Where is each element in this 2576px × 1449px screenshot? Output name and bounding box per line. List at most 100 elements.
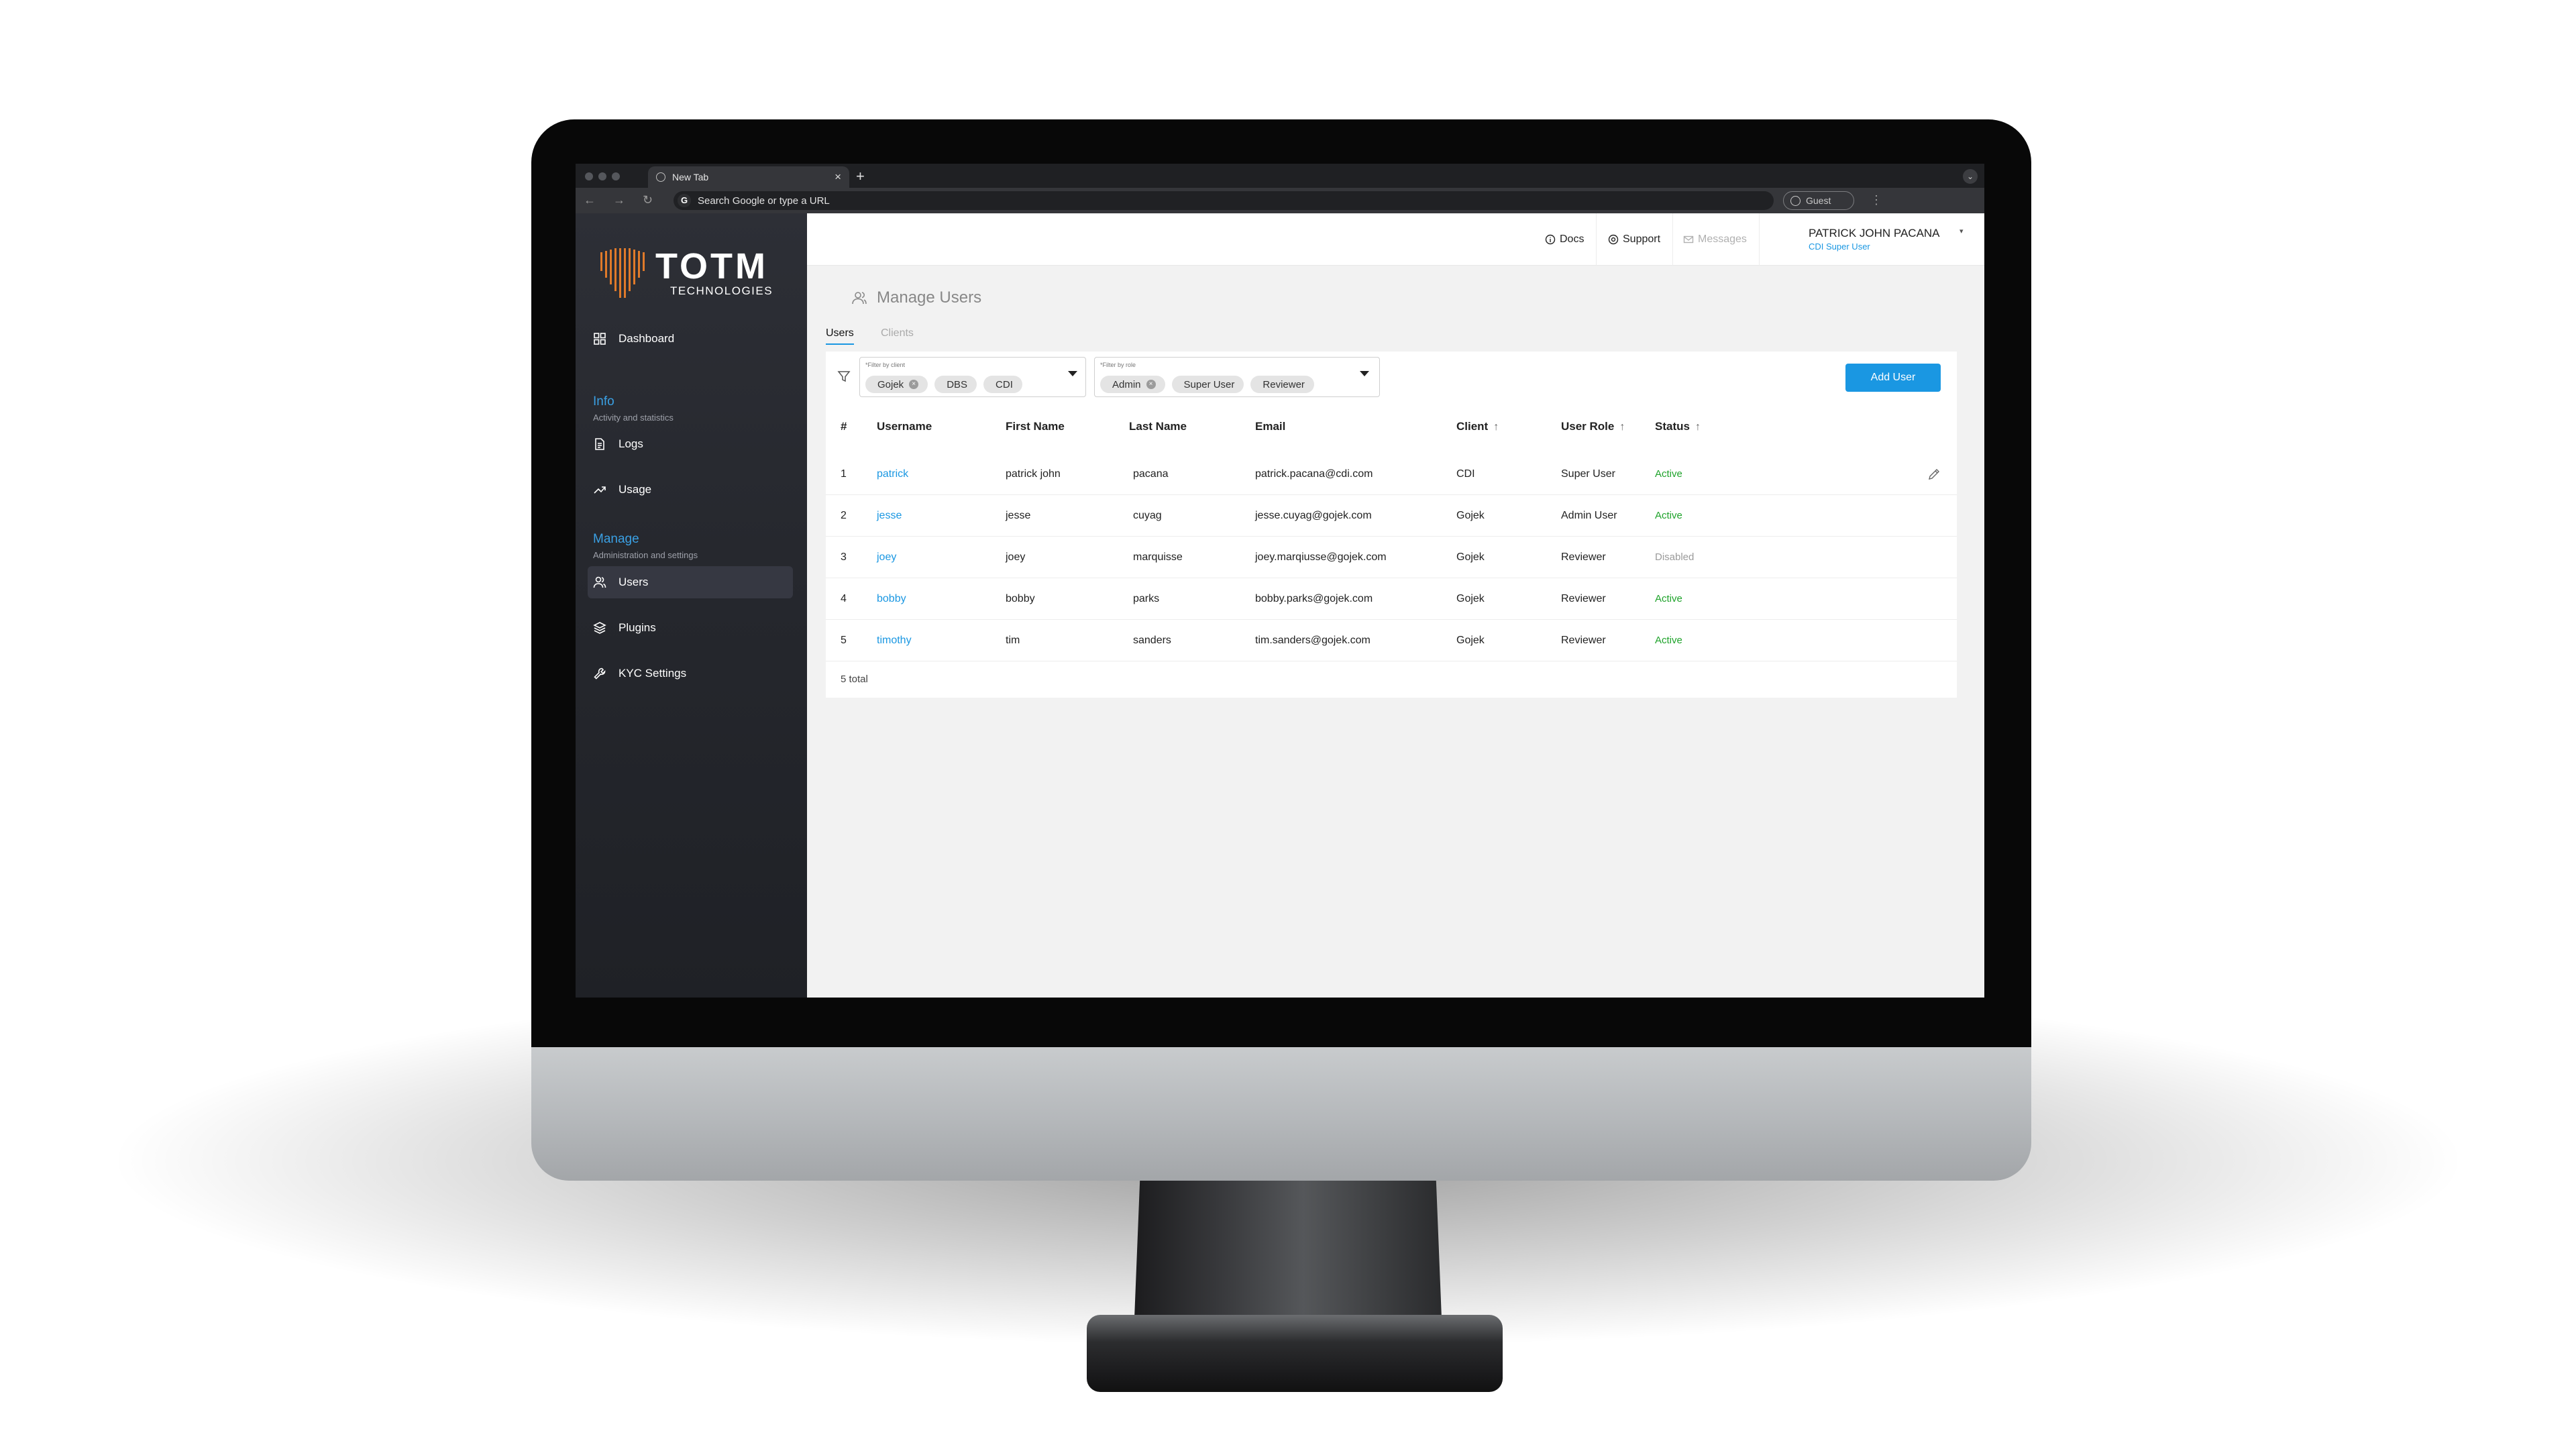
chip-remove-icon[interactable]: × <box>909 380 919 389</box>
page-title-text: Manage Users <box>877 288 982 307</box>
column-header-number: # <box>841 420 847 433</box>
cell-username-link[interactable]: timothy <box>877 635 912 647</box>
chevron-down-icon[interactable] <box>1068 371 1077 376</box>
column-header-user-role[interactable]: User Role ↑ <box>1561 420 1625 433</box>
sidebar-item-kyc-settings[interactable]: KYC Settings <box>588 657 793 690</box>
sidebar-item-usage[interactable]: Usage <box>588 474 793 506</box>
role-chip-super-user[interactable]: Super User <box>1171 376 1244 393</box>
cell-username-link[interactable]: jesse <box>877 510 902 522</box>
chip-remove-icon[interactable]: × <box>1146 380 1156 389</box>
header-label: User Role <box>1561 420 1615 433</box>
docs-label: Docs <box>1560 233 1585 245</box>
support-icon <box>1608 234 1619 245</box>
cell-last-name: sanders <box>1133 635 1171 646</box>
back-arrow-icon[interactable]: ← <box>584 193 596 207</box>
column-header-first-name[interactable]: First Name <box>1006 420 1065 433</box>
column-header-client[interactable]: Client ↑ <box>1456 420 1499 433</box>
status-badge: Active <box>1655 510 1682 521</box>
table-total-count: 5 total <box>841 674 868 685</box>
filter-bar: *Filter by client Gojek × DBS CDI *Filter… <box>826 352 1957 402</box>
user-menu-caret-icon[interactable]: ▾ <box>1960 227 1964 235</box>
sidebar-group-manage-subtitle: Administration and settings <box>593 550 698 560</box>
tab-clients[interactable]: Clients <box>881 327 914 339</box>
cell-last-name: cuyag <box>1133 510 1162 521</box>
browser-tab-title: New Tab <box>672 172 709 182</box>
sidebar-item-dashboard[interactable]: Dashboard <box>588 323 793 355</box>
users-icon <box>852 292 867 305</box>
client-filter-select[interactable]: *Filter by client Gojek × DBS CDI <box>859 357 1086 397</box>
chip-label: Gojek <box>877 378 904 390</box>
chip-label: DBS <box>947 378 968 390</box>
cell-user-role: Reviewer <box>1561 635 1606 646</box>
cell-number: 1 <box>841 468 847 480</box>
cell-username-link[interactable]: bobby <box>877 593 906 605</box>
support-link[interactable]: Support <box>1596 213 1674 266</box>
browser-toolbar: ← → ↻ G Search Google or type a URL Gues… <box>576 188 1984 213</box>
window-minimize-dot[interactable] <box>598 172 606 180</box>
table-row[interactable]: 2 jesse jesse cuyag jesse.cuyag@gojek.co… <box>826 495 1957 537</box>
chip-label: CDI <box>996 378 1013 390</box>
cell-number: 3 <box>841 551 847 563</box>
sidebar-item-users[interactable]: Users <box>588 566 793 598</box>
tab-close-icon[interactable]: × <box>835 170 841 184</box>
column-header-username[interactable]: Username <box>877 420 932 433</box>
table-row[interactable]: 3 joey joey marquisse joey.marqiusse@goj… <box>826 537 1957 578</box>
address-bar[interactable]: G Search Google or type a URL <box>674 191 1774 210</box>
sidebar-item-plugins[interactable]: Plugins <box>588 612 793 644</box>
header-label: Status <box>1655 420 1690 433</box>
sidebar-item-label: Usage <box>619 483 652 496</box>
edit-pencil-icon[interactable] <box>1927 467 1941 482</box>
tab-search-button[interactable]: ⌄ <box>1963 169 1978 184</box>
totm-logo[interactable]: TOTM TECHNOLOGIES <box>599 246 787 299</box>
cell-username-link[interactable]: joey <box>877 551 896 564</box>
column-header-last-name[interactable]: Last Name <box>1129 420 1187 433</box>
chevron-down-icon[interactable] <box>1360 371 1369 376</box>
layers-icon <box>593 622 606 634</box>
new-tab-button[interactable]: + <box>856 168 865 185</box>
guest-profile-button[interactable]: Guest <box>1783 191 1854 210</box>
guest-label: Guest <box>1806 195 1831 206</box>
role-chip-reviewer[interactable]: Reviewer <box>1250 376 1314 393</box>
status-badge: Disabled <box>1655 551 1695 563</box>
globe-icon <box>656 172 665 182</box>
filter-icon[interactable] <box>837 369 851 384</box>
column-header-email[interactable]: Email <box>1255 420 1285 433</box>
role-chip-admin[interactable]: Admin × <box>1100 376 1165 393</box>
page-title: Manage Users <box>851 288 981 307</box>
cell-first-name: joey <box>1006 551 1026 563</box>
reload-icon[interactable]: ↻ <box>643 193 653 207</box>
tab-users[interactable]: Users <box>826 327 854 345</box>
table-row[interactable]: 5 timothy tim sanders tim.sanders@gojek.… <box>826 620 1957 661</box>
client-chip-gojek[interactable]: Gojek × <box>865 376 928 393</box>
table-row[interactable]: 4 bobby bobby parks bobby.parks@gojek.co… <box>826 578 1957 620</box>
window-zoom-dot[interactable] <box>612 172 620 180</box>
cell-first-name: tim <box>1006 635 1020 646</box>
profile-icon <box>1790 195 1801 206</box>
user-role: CDI Super User <box>1809 241 1870 252</box>
user-name[interactable]: PATRICK JOHN PACANA <box>1809 227 1940 240</box>
sidebar-item-label: Logs <box>619 437 643 450</box>
client-chip-cdi[interactable]: CDI <box>983 376 1022 393</box>
sort-arrow-icon[interactable]: ↑ <box>1493 421 1499 433</box>
cell-email: joey.marqiusse@gojek.com <box>1255 551 1387 563</box>
browser-menu-icon[interactable]: ⋮ <box>1870 193 1882 207</box>
sort-arrow-icon[interactable]: ↑ <box>1695 421 1701 433</box>
role-filter-select[interactable]: *Filter by role Admin × Super User Review… <box>1094 357 1380 397</box>
messages-link[interactable]: Messages <box>1671 213 1760 266</box>
column-header-status[interactable]: Status ↑ <box>1655 420 1701 433</box>
sidebar-item-label: Dashboard <box>619 332 675 345</box>
browser-tab[interactable]: New Tab × <box>648 166 849 188</box>
docs-link[interactable]: Docs <box>1533 213 1597 266</box>
client-filter-label: *Filter by client <box>865 362 906 368</box>
window-close-dot[interactable] <box>585 172 593 180</box>
sort-arrow-icon[interactable]: ↑ <box>1619 421 1625 433</box>
client-chip-dbs[interactable]: DBS <box>934 376 977 393</box>
forward-arrow-icon[interactable]: → <box>613 193 625 207</box>
status-badge: Active <box>1655 468 1682 480</box>
sidebar-item-logs[interactable]: Logs <box>588 428 793 460</box>
add-user-button[interactable]: Add User <box>1845 364 1941 392</box>
table-row[interactable]: 1 patrick patrick john pacana patrick.pa… <box>826 453 1957 495</box>
role-filter-label: *Filter by role <box>1100 362 1136 368</box>
cell-user-role: Reviewer <box>1561 551 1606 563</box>
cell-username-link[interactable]: patrick <box>877 468 908 480</box>
